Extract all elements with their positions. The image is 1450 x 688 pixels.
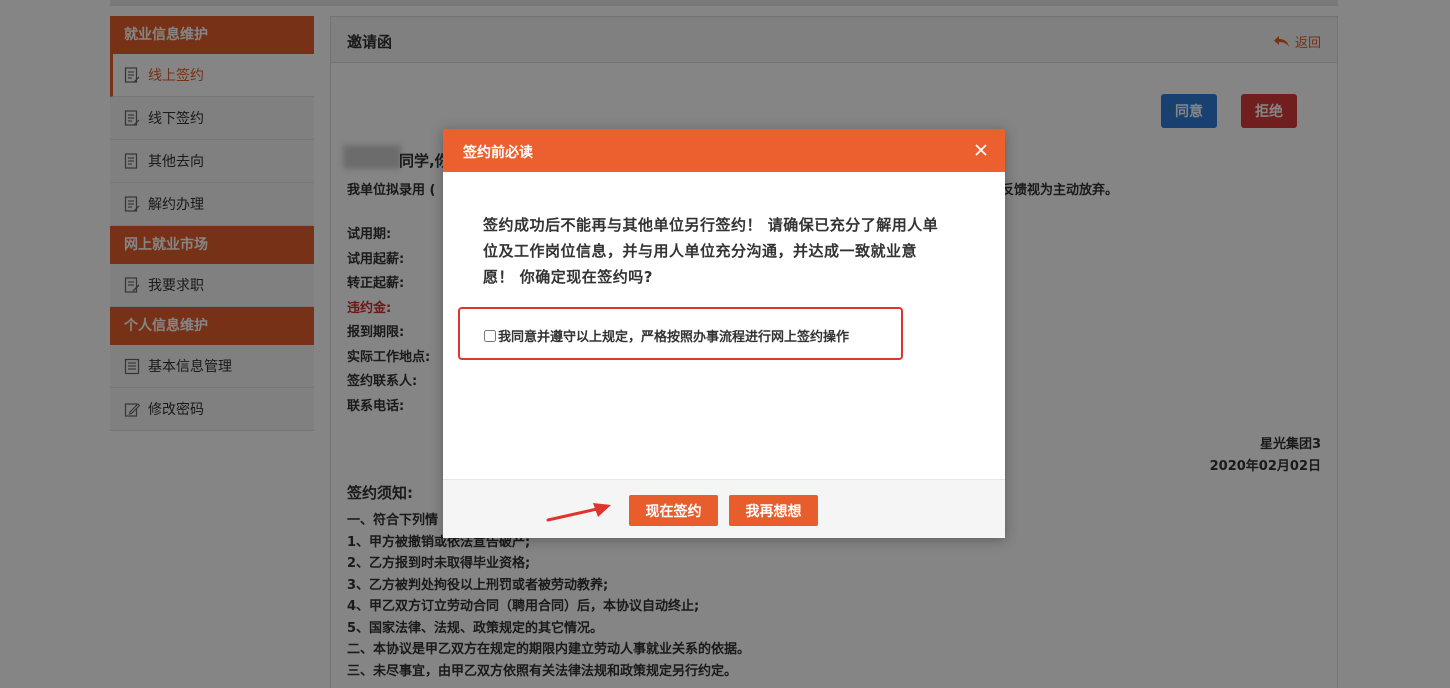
modal-message-line: 位及工作岗位信息，并与用人单位充分沟通，并达成一致就业意 [483, 242, 918, 260]
annotation-arrow-icon [546, 503, 611, 522]
agreement-checkbox-row[interactable]: 我同意并遵守以上规定，严格按照办事流程进行网上签约操作 [484, 326, 849, 345]
pre-signing-modal: 签约前必读 签约成功后不能再与其他单位另行签约！ 请确保已充分了解用人单 位及工… [443, 129, 1005, 538]
agreement-highlight-box: 我同意并遵守以上规定，严格按照办事流程进行网上签约操作 [458, 307, 903, 360]
modal-title: 签约前必读 [463, 145, 533, 161]
agreement-checkbox-label: 我同意并遵守以上规定，严格按照办事流程进行网上签约操作 [498, 330, 850, 345]
reconsider-button[interactable]: 我再想想 [729, 495, 818, 526]
page: 就业信息维护 线上签约 线下签约 其他去向 解约办理 网上就业市场 我要求职 个… [0, 0, 1450, 688]
modal-message-line: 签约成功后不能再与其他单位另行签约！ 请确保已充分了解用人单 [483, 216, 939, 234]
close-icon[interactable] [973, 142, 989, 158]
agreement-checkbox[interactable] [484, 329, 496, 342]
modal-message-line: 愿！ 你确定现在签约吗? [483, 268, 653, 286]
sign-now-button[interactable]: 现在签约 [629, 495, 718, 526]
modal-body: 签约成功后不能再与其他单位另行签约！ 请确保已充分了解用人单 位及工作岗位信息，… [443, 172, 1005, 479]
modal-header: 签约前必读 [443, 129, 1005, 172]
modal-message: 签约成功后不能再与其他单位另行签约！ 请确保已充分了解用人单 位及工作岗位信息，… [483, 212, 973, 290]
modal-footer: 现在签约 我再想想 [443, 479, 1005, 538]
